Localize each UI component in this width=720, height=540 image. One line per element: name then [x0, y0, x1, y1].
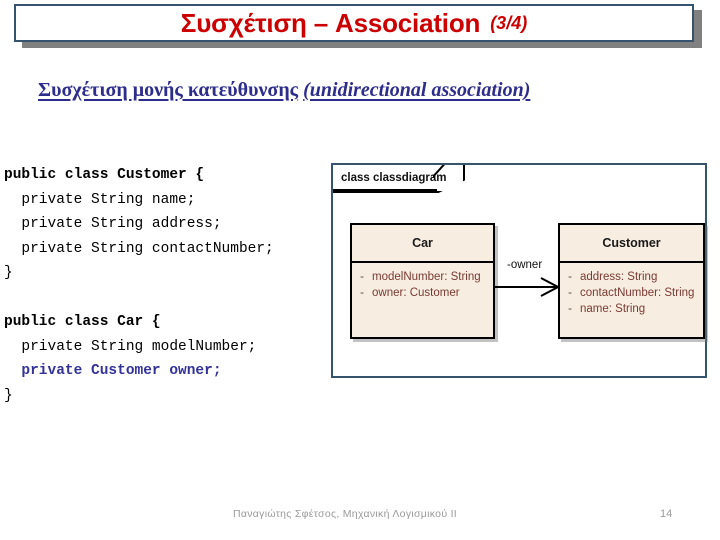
footer-page-number: 14 [660, 508, 673, 520]
code-line-highlighted: private Customer owner; [4, 363, 222, 379]
uml-attribute: - address: String [560, 269, 703, 285]
code-line: private String modelNumber; [4, 338, 257, 355]
uml-attribute: - contactNumber: String [560, 285, 703, 301]
code-line: private String address; [4, 216, 222, 232]
page-title-counter: (3/4) [490, 12, 528, 33]
uml-attribute: - owner: Customer [352, 285, 493, 301]
uml-attribute-list: - modelNumber: String - owner: Customer [352, 263, 493, 307]
uml-class-name: Customer [560, 225, 703, 263]
uml-attribute-text: name: String [580, 303, 646, 315]
diagram-frame-label: class classdiagram [341, 172, 447, 184]
uml-visibility-marker: - [568, 271, 572, 283]
uml-attribute-text: owner: Customer [372, 287, 460, 299]
uml-class-customer: Customer - address: String - contactNumb… [558, 223, 705, 339]
uml-attribute: - name: String [560, 301, 703, 317]
uml-attribute-list: - address: String - contactNumber: Strin… [560, 263, 703, 323]
subtitle: Συσχέτιση μονής κατεύθυνσης (unidirection… [38, 79, 530, 102]
subtitle-greek: Συσχέτιση μονής κατεύθυνσης [38, 79, 299, 101]
code-line: public class Customer { [4, 167, 205, 183]
subtitle-english: (unidirectional association) [303, 79, 531, 101]
footer-author: Παναγιώτης Σφέτσος, Μηχανική Λογισμικού … [233, 508, 458, 520]
diagram-frame-label-underline [333, 189, 437, 191]
uml-visibility-marker: - [360, 287, 364, 299]
uml-visibility-marker: - [568, 287, 572, 299]
uml-attribute-text: contactNumber: String [580, 287, 695, 299]
title-banner: Συσχέτιση – Association (3/4) [14, 4, 694, 42]
code-line: } [4, 265, 13, 281]
code-line: private String name; [4, 191, 196, 208]
uml-attribute: - modelNumber: String [352, 269, 493, 285]
uml-attribute-text: address: String [580, 271, 658, 283]
uml-class-diagram: class classdiagram Car - modelNumber: St… [331, 163, 707, 378]
uml-class-car: Car - modelNumber: String - owner: Custo… [350, 223, 495, 339]
page-title: Συσχέτιση – Association [180, 7, 481, 38]
code-line: private String contactNumber; [4, 240, 274, 257]
code-line: public class Car { [4, 314, 161, 330]
uml-attribute-text: modelNumber: String [372, 271, 481, 283]
uml-visibility-marker: - [360, 271, 364, 283]
uml-visibility-marker: - [568, 303, 572, 315]
association-arrowhead-icon [540, 277, 560, 297]
diagram-frame-label-diagonal [433, 165, 463, 191]
code-line: } [4, 387, 13, 404]
code-block: public class Customer { private String n… [4, 163, 334, 408]
uml-class-name: Car [352, 225, 493, 263]
association-role-label: -owner [507, 259, 543, 271]
